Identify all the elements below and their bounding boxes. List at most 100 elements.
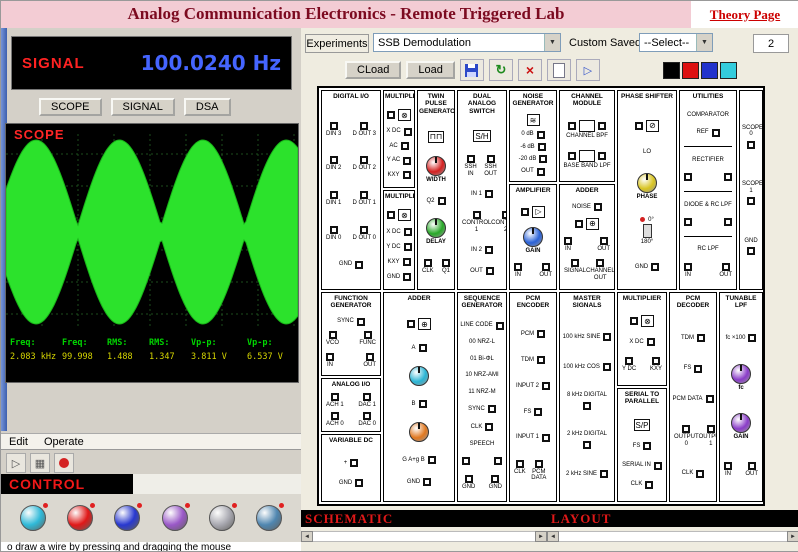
port-y-dc[interactable]: [625, 357, 633, 365]
port-100-khz-sine[interactable]: [603, 333, 611, 341]
port-output-1[interactable]: [707, 425, 715, 433]
port-20-db[interactable]: [539, 155, 547, 163]
menu-edit[interactable]: Edit: [9, 436, 28, 448]
port-in[interactable]: [684, 263, 692, 271]
port-sync[interactable]: [357, 318, 365, 326]
scrollbar-track[interactable]: [313, 531, 535, 542]
port-ref[interactable]: [712, 129, 720, 137]
port-clk[interactable]: [516, 460, 524, 468]
port[interactable]: [407, 320, 415, 328]
experiment-select[interactable]: SSB Demodulation ▼: [373, 33, 561, 52]
control-knob-6[interactable]: [256, 505, 282, 531]
port[interactable]: [635, 122, 643, 130]
port-clk[interactable]: [645, 481, 653, 489]
knob[interactable]: [409, 366, 429, 386]
port[interactable]: [387, 211, 395, 219]
port-clk[interactable]: [485, 423, 493, 431]
port-fc-100[interactable]: [748, 334, 756, 342]
menu-operate[interactable]: Operate: [44, 436, 84, 448]
port[interactable]: [521, 208, 529, 216]
port-gnd[interactable]: [491, 475, 499, 483]
port-scope-0[interactable]: [747, 141, 755, 149]
port-control-1[interactable]: [473, 211, 481, 219]
port-gnd[interactable]: [747, 247, 755, 255]
port-dac-0[interactable]: [363, 412, 371, 420]
port-gnd[interactable]: [651, 263, 659, 271]
port-x[interactable]: [350, 459, 358, 467]
port-in-1[interactable]: [485, 190, 493, 198]
port-output-0[interactable]: [682, 425, 690, 433]
port-d-out-0[interactable]: [360, 226, 368, 234]
scroll-left-button[interactable]: ◄: [301, 531, 313, 542]
knob-gain[interactable]: [731, 413, 751, 433]
port-ssh-in[interactable]: [467, 155, 475, 163]
port-fs[interactable]: [534, 408, 542, 416]
phase-switch[interactable]: 0°180°: [640, 217, 654, 246]
port-8-khz-digital[interactable]: [583, 402, 591, 410]
switch-lever[interactable]: [643, 224, 652, 238]
port[interactable]: [387, 111, 395, 119]
chevron-down-icon[interactable]: ▼: [544, 34, 560, 51]
port-b[interactable]: [419, 400, 427, 408]
knob-gain[interactable]: [523, 227, 543, 247]
cload-button[interactable]: CLoad: [345, 61, 401, 79]
port[interactable]: [598, 122, 606, 130]
port-x-dc[interactable]: [404, 228, 412, 236]
port-d-out-3[interactable]: [360, 122, 368, 130]
port-out[interactable]: [366, 353, 374, 361]
port[interactable]: [630, 317, 638, 325]
port-pcm-data[interactable]: [706, 395, 714, 403]
color-swatch-3[interactable]: [701, 62, 718, 79]
count-field[interactable]: 2: [753, 34, 789, 53]
control-knob-5[interactable]: [209, 505, 235, 531]
scroll-right-button[interactable]: ►: [787, 531, 798, 542]
tab-dsa[interactable]: DSA: [184, 98, 231, 116]
port-fs[interactable]: [643, 442, 651, 450]
save-button[interactable]: [460, 59, 484, 81]
port-out[interactable]: [486, 267, 494, 275]
control-knob-2[interactable]: [67, 505, 93, 531]
steps-button[interactable]: ▦: [30, 453, 50, 473]
port-serial-in[interactable]: [654, 462, 662, 470]
color-swatch-4[interactable]: [720, 62, 737, 79]
port-100-khz-cos[interactable]: [603, 363, 611, 371]
knob-ball[interactable]: [114, 505, 140, 531]
port-ach-1[interactable]: [331, 393, 339, 401]
port-in[interactable]: [326, 353, 334, 361]
knob-ball[interactable]: [256, 505, 282, 531]
port-channel-out[interactable]: [596, 259, 604, 267]
delete-button[interactable]: ×: [518, 59, 542, 81]
control-knob-3[interactable]: [114, 505, 140, 531]
port-din-1[interactable]: [330, 191, 338, 199]
port-line-code[interactable]: [496, 322, 504, 330]
color-swatch-2[interactable]: [682, 62, 699, 79]
port-signal[interactable]: [571, 259, 579, 267]
port-d-out-2[interactable]: [360, 156, 368, 164]
play-button[interactable]: ▷: [576, 59, 600, 81]
port-kxy[interactable]: [403, 171, 411, 179]
port-gnd[interactable]: [423, 478, 431, 486]
custom-saved-select[interactable]: --Select-- ▼: [639, 33, 713, 52]
port[interactable]: [494, 457, 502, 465]
abort-button[interactable]: [54, 453, 74, 473]
port-ach-0[interactable]: [331, 412, 339, 420]
port[interactable]: [575, 220, 583, 228]
port[interactable]: [684, 218, 692, 226]
port-kxy[interactable]: [403, 258, 411, 266]
run-button[interactable]: ▷: [6, 453, 26, 473]
port-ssh-out[interactable]: [487, 155, 495, 163]
schematic-tab[interactable]: SCHEMATIC: [301, 510, 547, 527]
port-q1[interactable]: [442, 259, 450, 267]
port[interactable]: [724, 218, 732, 226]
port-noise[interactable]: [594, 203, 602, 211]
port-y-ac[interactable]: [403, 157, 411, 165]
port[interactable]: [598, 152, 606, 160]
port-pcm-data[interactable]: [535, 460, 543, 468]
port-in-2[interactable]: [485, 246, 493, 254]
scroll-left-button[interactable]: ◄: [547, 531, 559, 542]
port-in[interactable]: [514, 263, 522, 271]
knob-fc[interactable]: [731, 364, 751, 384]
scrollbar-track[interactable]: [559, 531, 787, 542]
port-kxy[interactable]: [652, 357, 660, 365]
theory-page-link[interactable]: Theory Page: [710, 7, 780, 23]
